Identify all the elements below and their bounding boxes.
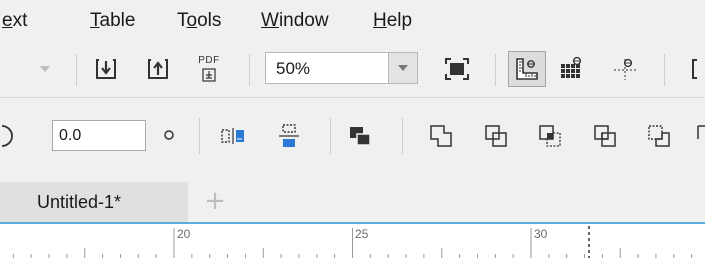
menu-bar: ext Table Tools Window Help <box>0 0 705 44</box>
full-screen-icon <box>445 58 469 80</box>
property-bar: 0.0 <box>0 97 705 177</box>
zoom-level-input[interactable]: 50% <box>265 52 389 84</box>
mirror-vertical-icon <box>279 124 299 147</box>
standard-toolbar: PDF 50% <box>0 44 705 96</box>
zoom-level-value: 50% <box>276 59 311 78</box>
menu-tools[interactable]: Tools <box>177 9 221 33</box>
document-tab-strip: Untitled-1* + <box>0 176 705 222</box>
weld-icon <box>430 125 452 147</box>
front-minus-back-icon <box>648 125 670 147</box>
dropdown-arrow-icon[interactable] <box>32 56 58 82</box>
rotation-icon <box>0 124 14 148</box>
import-icon <box>96 59 116 79</box>
next-shaping-button[interactable] <box>695 120 705 152</box>
intersect-icon <box>539 125 561 147</box>
weld-button[interactable] <box>424 120 458 152</box>
menu-text[interactable]: ext <box>2 9 27 33</box>
new-document-tab-button[interactable]: + <box>202 188 228 214</box>
show-grid-button[interactable] <box>557 54 587 84</box>
grid-icon <box>561 56 582 78</box>
simplify-icon <box>594 125 616 147</box>
ruler-label: 30 <box>534 227 548 241</box>
mirror-vertical-button[interactable] <box>273 120 305 152</box>
simplify-button[interactable] <box>588 120 622 152</box>
front-minus-back-button[interactable] <box>642 120 676 152</box>
rotation-angle-value: 0.0 <box>59 127 82 144</box>
toolbar-separator <box>495 54 496 86</box>
full-screen-preview-button[interactable] <box>442 55 472 83</box>
publish-pdf-button[interactable]: PDF <box>191 52 227 86</box>
toolbar-separator <box>249 54 250 86</box>
degree-icon <box>161 127 177 143</box>
plus-icon: + <box>204 186 226 216</box>
order-front-icon <box>350 127 371 146</box>
document-tab-label: Untitled-1* <box>37 192 122 212</box>
guidelines-icon <box>614 58 636 80</box>
horizontal-ruler[interactable]: 20 25 30 <box>0 224 705 258</box>
toolbar-separator <box>199 118 200 154</box>
pdf-icon <box>202 68 216 82</box>
trim-icon <box>485 125 507 147</box>
menu-window[interactable]: Window <box>261 9 329 33</box>
rotation-angle-input[interactable]: 0.0 <box>52 120 146 151</box>
order-to-front-button[interactable] <box>344 122 376 150</box>
ruler-label: 20 <box>177 227 191 241</box>
trim-button[interactable] <box>479 120 513 152</box>
ruler-label: 25 <box>355 227 369 241</box>
partial-icon <box>697 125 705 139</box>
menu-table[interactable]: Table <box>90 9 135 33</box>
show-guidelines-button[interactable] <box>609 54 641 84</box>
pdf-label: PDF <box>198 55 220 66</box>
toolbar-separator <box>402 118 403 154</box>
ruler-ticks <box>12 226 693 258</box>
partial-icon <box>692 59 697 79</box>
toolbar-separator <box>330 118 331 154</box>
export-button[interactable] <box>143 54 173 84</box>
toolbar-separator <box>664 54 665 86</box>
zoom-dropdown-button[interactable] <box>389 52 418 84</box>
document-tab[interactable]: Untitled-1* <box>0 182 188 222</box>
chevron-down-icon <box>398 65 408 71</box>
toolbar-separator <box>76 54 77 86</box>
rulers-icon <box>516 58 538 80</box>
mirror-horizontal-button[interactable] <box>217 122 249 150</box>
show-rulers-button[interactable] <box>508 51 546 87</box>
import-button[interactable] <box>91 54 121 84</box>
menu-help[interactable]: Help <box>373 9 412 33</box>
mirror-horizontal-icon <box>221 128 244 144</box>
intersect-button[interactable] <box>533 120 567 152</box>
export-icon <box>148 59 168 79</box>
next-tool-button[interactable] <box>689 56 705 82</box>
